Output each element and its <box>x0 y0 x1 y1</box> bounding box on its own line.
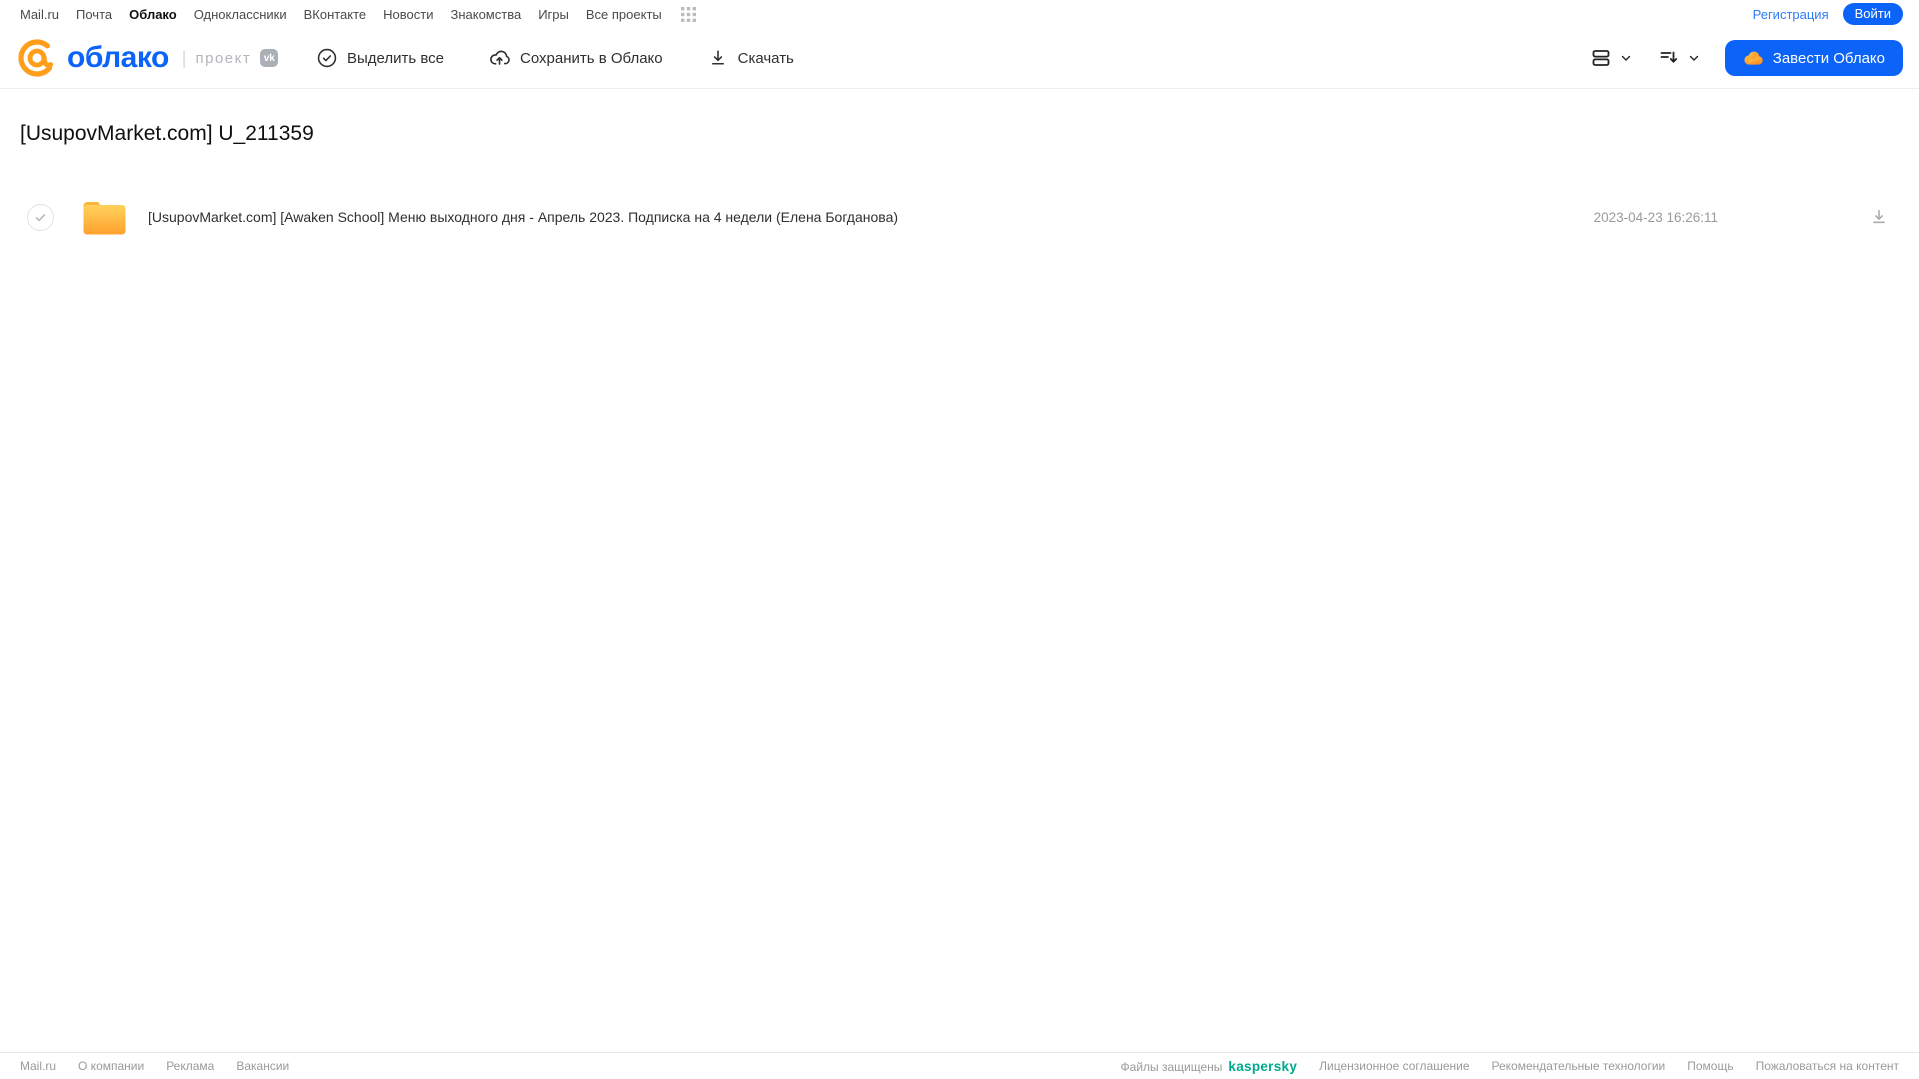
topnav-link-vse-proekty[interactable]: Все проекты <box>586 7 662 22</box>
footer-link-mailru[interactable]: Mail.ru <box>20 1059 56 1073</box>
protected-label: Файлы защищены <box>1120 1059 1223 1074</box>
list-view-icon <box>1589 46 1613 70</box>
download-label: Скачать <box>737 49 794 67</box>
file-list: [UsupovMarket.com] [Awaken School] Меню … <box>0 189 1919 245</box>
footer-link-jobs[interactable]: Вакансии <box>236 1059 289 1073</box>
footer: Mail.ru О компании Реклама Вакансии Файл… <box>0 1052 1919 1079</box>
save-to-cloud-label: Сохранить в Облако <box>520 49 663 67</box>
footer-right-links: Файлы защищены kaspersky Лицензионное со… <box>1121 1059 1899 1074</box>
cloud-icon <box>1743 50 1764 66</box>
projects-grid-icon[interactable] <box>680 6 696 22</box>
sort-icon <box>1657 46 1681 70</box>
chevron-down-icon <box>1619 51 1633 65</box>
topnav-link-pochta[interactable]: Почта <box>76 7 112 22</box>
row-checkbox[interactable] <box>27 203 54 231</box>
topnav: Mail.ru Почта Облако Одноклассники ВКонт… <box>0 0 1919 28</box>
kaspersky-protection: Файлы защищены kaspersky <box>1121 1059 1298 1074</box>
download-button[interactable]: Скачать <box>707 47 794 69</box>
topnav-auth: Регистрация Войти <box>1753 3 1903 25</box>
footer-link-ads[interactable]: Реклама <box>166 1059 214 1073</box>
logo-text: облако <box>67 41 169 74</box>
topnav-links: Mail.ru Почта Облако Одноклассники ВКонт… <box>20 6 696 22</box>
topnav-link-oblako[interactable]: Облако <box>129 7 177 22</box>
logo-divider: | <box>181 47 187 68</box>
topnav-link-vkontakte[interactable]: ВКонтакте <box>304 7 367 22</box>
select-all-button[interactable]: Выделить все <box>316 47 444 69</box>
mailru-cloud-public-page: Mail.ru Почта Облако Одноклассники ВКонт… <box>0 0 1919 1079</box>
header: облако | проект vk Выделить все Сохранит… <box>0 28 1919 89</box>
topnav-link-znakomstva[interactable]: Знакомства <box>450 7 521 22</box>
mailru-at-icon <box>16 37 58 79</box>
topnav-link-odnoklassniki[interactable]: Одноклассники <box>194 7 287 22</box>
main-content: [UsupovMarket.com] U_211359 [UsupovMarke… <box>0 122 1919 245</box>
topnav-link-novosti[interactable]: Новости <box>383 7 433 22</box>
download-icon <box>707 47 729 69</box>
cloud-logo[interactable]: облако | проект vk <box>16 37 316 79</box>
vk-badge-icon: vk <box>260 49 279 67</box>
header-right-controls: Завести Облако <box>1589 40 1903 76</box>
topnav-link-igry[interactable]: Игры <box>538 7 569 22</box>
footer-link-report-content[interactable]: Пожаловаться на контент <box>1756 1059 1899 1073</box>
get-cloud-label: Завести Облако <box>1772 49 1885 67</box>
topnav-link-mailru[interactable]: Mail.ru <box>20 7 59 22</box>
page-title: [UsupovMarket.com] U_211359 <box>20 122 314 145</box>
cloud-upload-icon <box>488 47 511 70</box>
select-all-label: Выделить все <box>347 49 445 67</box>
footer-link-help[interactable]: Помощь <box>1687 1059 1733 1073</box>
kaspersky-logo[interactable]: kaspersky <box>1228 1059 1297 1074</box>
login-button[interactable]: Войти <box>1842 3 1903 25</box>
file-name[interactable]: [UsupovMarket.com] [Awaken School] Меню … <box>148 209 898 225</box>
sort-selector[interactable] <box>1657 46 1701 70</box>
toolbar: Выделить все Сохранить в Облако Скачать <box>316 47 794 70</box>
row-download-icon[interactable] <box>1868 206 1890 228</box>
logo-project-label: проект <box>195 49 252 67</box>
file-date: 2023-04-23 16:26:11 <box>1593 209 1718 225</box>
check-circle-icon <box>316 47 338 69</box>
footer-link-license[interactable]: Лицензионное соглашение <box>1319 1059 1469 1073</box>
folder-icon <box>82 198 127 236</box>
file-row[interactable]: [UsupovMarket.com] [Awaken School] Меню … <box>0 189 1919 245</box>
chevron-down-icon <box>1687 51 1701 65</box>
registration-link[interactable]: Регистрация <box>1753 7 1829 22</box>
view-mode-selector[interactable] <box>1589 46 1633 70</box>
get-cloud-button[interactable]: Завести Облако <box>1724 40 1903 76</box>
footer-link-recommendation-tech[interactable]: Рекомендательные технологии <box>1492 1059 1666 1073</box>
footer-left-links: Mail.ru О компании Реклама Вакансии <box>20 1059 289 1073</box>
footer-link-about[interactable]: О компании <box>78 1059 144 1073</box>
save-to-cloud-button[interactable]: Сохранить в Облако <box>488 47 663 70</box>
